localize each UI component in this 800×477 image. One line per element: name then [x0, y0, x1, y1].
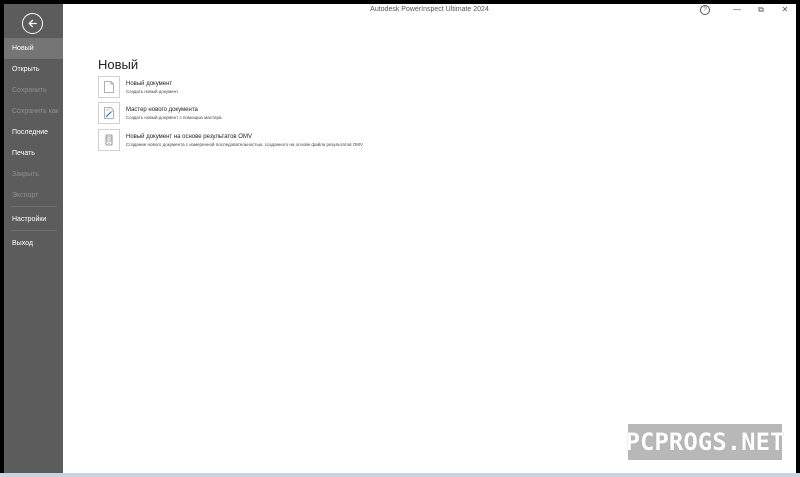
title-bar: Autodesk PowerInspect Ultimate 2024 ? — …: [63, 4, 796, 18]
option-description: Создать новый документ.: [126, 88, 179, 94]
omv-document-icon: [98, 129, 120, 151]
sidebar-divider: [10, 206, 57, 207]
sidebar-item-recent[interactable]: Последние: [4, 122, 63, 143]
watermark-logo: PCPROGS.NET: [626, 424, 784, 460]
taskbar-edge: [0, 473, 800, 477]
sidebar-item-save-as: Сохранить как: [12, 108, 59, 115]
option-omv-document[interactable]: Новый документ на основе результатов OMV…: [98, 129, 398, 151]
backstage-nav: Новый Открыть Сохранить Сохранить как По…: [4, 38, 63, 254]
sidebar-item-exit[interactable]: Выход: [4, 233, 63, 254]
option-title: Мастер нового документа: [126, 106, 198, 113]
page-title: Новый: [98, 57, 139, 72]
sidebar-item-export: Экспорт: [12, 192, 39, 199]
help-icon[interactable]: ?: [700, 5, 710, 15]
option-description: Создать новый документ с помощью мастера…: [126, 114, 223, 120]
sidebar-item-settings[interactable]: Настройки: [4, 209, 63, 230]
sidebar-item-new[interactable]: Новый: [4, 38, 63, 59]
sidebar-item-save: Сохранить: [12, 87, 47, 94]
close-button[interactable]: ✕: [780, 5, 790, 15]
option-document-wizard[interactable]: Мастер нового документа Создать новый до…: [98, 102, 398, 124]
sidebar-item-print[interactable]: Печать: [4, 143, 63, 164]
option-description: Создание нового документа с измеренной п…: [126, 141, 364, 147]
back-button[interactable]: [22, 13, 43, 34]
sidebar-item-open[interactable]: Открыть: [4, 59, 63, 80]
minimize-button[interactable]: —: [732, 5, 742, 15]
window-controls: ? — ⧉ ✕: [700, 5, 790, 15]
sidebar-divider: [10, 230, 57, 231]
option-new-document[interactable]: Новый документ Создать новый документ.: [98, 76, 398, 98]
option-title: Новый документ: [126, 80, 173, 87]
blank-document-icon: [98, 76, 120, 98]
window-title: Autodesk PowerInspect Ultimate 2024: [370, 6, 489, 13]
restore-button[interactable]: ⧉: [756, 5, 766, 15]
option-title: Новый документ на основе результатов OMV: [126, 133, 252, 140]
application-window: Новый Открыть Сохранить Сохранить как По…: [4, 4, 796, 473]
back-arrow-icon: [28, 19, 37, 28]
sidebar-item-close: Закрыть: [12, 171, 39, 178]
wizard-icon: [98, 102, 120, 124]
backstage-sidebar: Новый Открыть Сохранить Сохранить как По…: [4, 4, 63, 473]
